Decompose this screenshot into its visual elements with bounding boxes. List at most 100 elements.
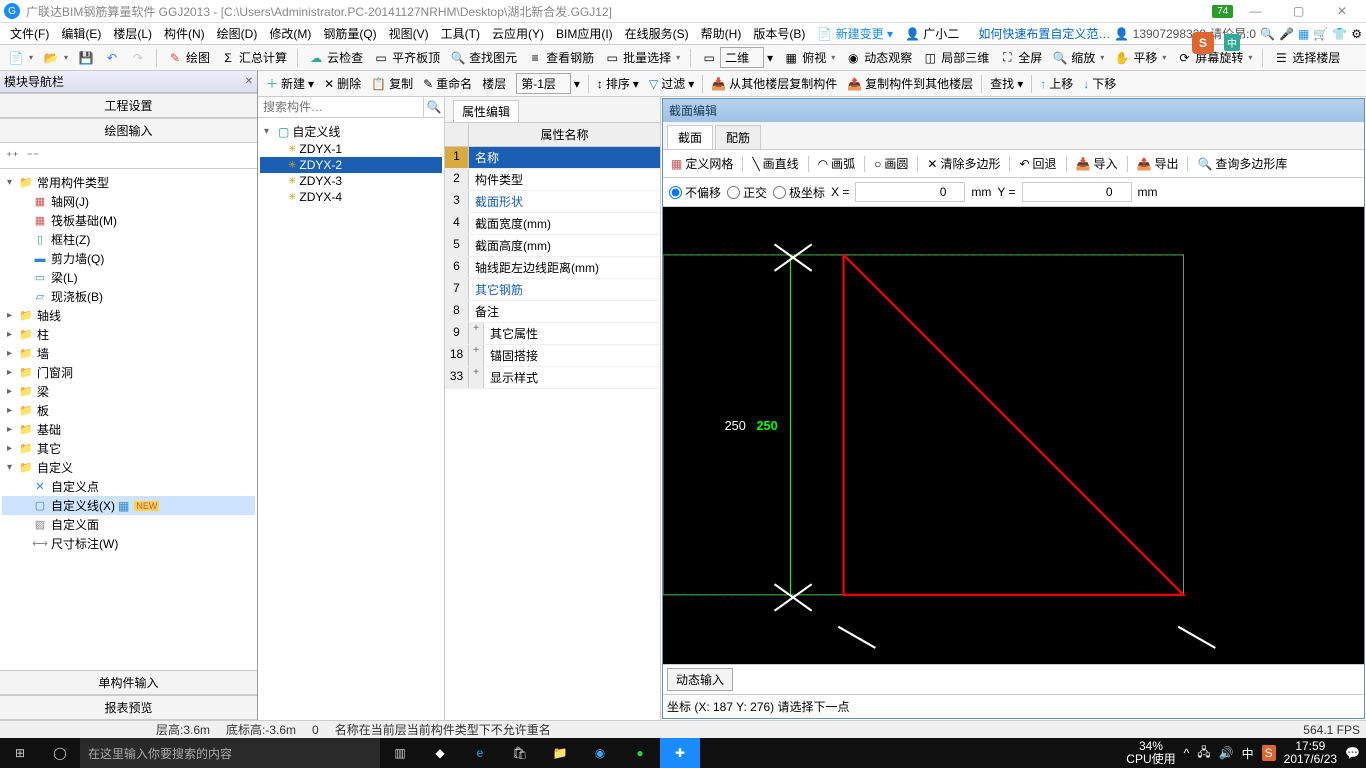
sort-button[interactable]: ↕排序▾ <box>593 73 643 94</box>
sidebar-close[interactable]: ✕ <box>245 76 253 87</box>
viewrebar-button[interactable]: ≡查看钢筋 <box>523 47 598 68</box>
radio-no-offset[interactable]: 不偏移 <box>669 184 721 201</box>
menu-help[interactable]: 帮助(H) <box>695 23 748 44</box>
tree-slab[interactable]: ▱现浇板(B) <box>2 287 255 306</box>
menu-view[interactable]: 视图(V) <box>383 23 435 44</box>
batchsel-button[interactable]: ▭批量选择 <box>600 47 684 68</box>
redo-button[interactable]: ↷ <box>126 48 150 68</box>
tree-wall[interactable]: ▸📁墙 <box>2 344 255 363</box>
tree-foundation[interactable]: ▸📁基础 <box>2 420 255 439</box>
tree-dimension[interactable]: ⟷尺寸标注(W) <box>2 534 255 553</box>
tree-raft[interactable]: ▦筏板基础(M) <box>2 211 255 230</box>
prop-row-axisdist[interactable]: 6轴线距左边线距离(mm) <box>445 257 660 279</box>
copy-from-floor-button[interactable]: 📥从其他楼层复制构件 <box>707 73 841 94</box>
menu-modify[interactable]: 修改(M) <box>263 23 317 44</box>
zoom-button[interactable]: 🔍缩放 <box>1048 47 1108 68</box>
rotate-button[interactable]: ⟳屏幕旋转 <box>1172 47 1256 68</box>
rename-button[interactable]: ✎重命名 <box>419 73 476 94</box>
tray-notifications-icon[interactable]: 💬 <box>1345 746 1360 760</box>
local3d-button[interactable]: ◫局部三维 <box>918 47 993 68</box>
ime-lang-label[interactable]: 中 <box>1224 34 1240 51</box>
tree-custom-point[interactable]: ✕自定义点 <box>2 477 255 496</box>
search-input[interactable] <box>258 97 423 117</box>
radio-polar[interactable]: 极坐标 <box>773 184 825 201</box>
search-button[interactable]: 🔍 <box>423 97 444 117</box>
taskbar-explorer[interactable]: 📁 <box>540 738 580 768</box>
tree-axis-grid[interactable]: ▦轴网(J) <box>2 192 255 211</box>
menu-bim[interactable]: BIM应用(I) <box>550 23 619 44</box>
draw-arc-button[interactable]: ◠画弧 <box>814 153 860 174</box>
list-item-2[interactable]: ✳ZDYX-2 <box>260 157 442 173</box>
flatboard-button[interactable]: ▭平齐板顶 <box>369 47 444 68</box>
cart-icon[interactable]: 🛒 <box>1313 27 1328 41</box>
maximize-button[interactable]: ▢ <box>1279 4 1319 18</box>
gear-icon[interactable]: ⚙ <box>1351 27 1362 41</box>
mic-icon[interactable]: 🎤 <box>1279 27 1294 41</box>
cortana-icon[interactable]: ◯ <box>40 738 80 768</box>
property-tab[interactable]: 属性编辑 <box>453 100 519 122</box>
define-grid-button[interactable]: ▦定义网格 <box>667 153 737 174</box>
tree-custom-face[interactable]: ▨自定义面 <box>2 515 255 534</box>
taskbar-app-1[interactable]: ◆ <box>420 738 460 768</box>
topview-button[interactable]: ▦俯视 <box>779 47 839 68</box>
tree-other[interactable]: ▸📁其它 <box>2 439 255 458</box>
prop-row-otherrebar[interactable]: 7其它钢筋 <box>445 279 660 301</box>
tree-col[interactable]: ▸📁柱 <box>2 325 255 344</box>
find-button[interactable]: 查找▾ <box>986 73 1027 94</box>
menu-cloud[interactable]: 云应用(Y) <box>486 23 550 44</box>
sidebar-bar-single[interactable]: 单构件输入 <box>0 670 257 695</box>
prop-row-name[interactable]: 1名称 <box>445 147 660 169</box>
fullscreen-button[interactable]: ⛶全屏 <box>995 47 1046 68</box>
list-item-4[interactable]: ✳ZDYX-4 <box>260 189 442 205</box>
prop-row-remark[interactable]: 8备注 <box>445 301 660 323</box>
import-button[interactable]: 📥导入 <box>1072 153 1122 174</box>
undo-polygon-button[interactable]: ↶回退 <box>1015 153 1060 174</box>
copy-button[interactable]: 📋复制 <box>367 73 417 94</box>
sidebar-bar-report[interactable]: 报表预览 <box>0 695 257 720</box>
tree-common[interactable]: ▾📁常用构件类型 <box>2 173 255 192</box>
dynview-button[interactable]: ◉动态观察 <box>841 47 916 68</box>
save-button[interactable]: 💾 <box>74 48 98 68</box>
expand-icon[interactable]: ⁺⁺ <box>6 149 19 163</box>
shirt-icon[interactable]: 👕 <box>1332 27 1347 41</box>
menu-file[interactable]: 文件(F) <box>4 23 55 44</box>
tab-rebar[interactable]: 配筋 <box>715 125 761 149</box>
list-item-1[interactable]: ✳ZDYX-1 <box>260 141 442 157</box>
menu-online[interactable]: 在线服务(S) <box>619 23 695 44</box>
user-label[interactable]: 👤 广小二 <box>899 23 965 44</box>
prop-row-width[interactable]: 4截面宽度(mm) <box>445 213 660 235</box>
tray-ime-label[interactable]: 中 <box>1242 745 1254 762</box>
sumcalc-button[interactable]: Σ汇总计算 <box>216 47 291 68</box>
tree-axis[interactable]: ▸📁轴线 <box>2 306 255 325</box>
menu-component[interactable]: 构件(N) <box>158 23 211 44</box>
prop-row-otherprop[interactable]: 9+其它属性 <box>445 323 660 345</box>
copy-to-floor-button[interactable]: 📤复制构件到其他楼层 <box>843 73 977 94</box>
tree-opening[interactable]: ▸📁门窗洞 <box>2 363 255 382</box>
x-input[interactable]: 0 <box>855 182 965 202</box>
tree-custom[interactable]: ▾📁自定义 <box>2 458 255 477</box>
draw-line-button[interactable]: ╲画直线 <box>748 153 802 174</box>
tree-beam[interactable]: ▭梁(L) <box>2 268 255 287</box>
new-file-button[interactable]: 📄 <box>4 48 37 68</box>
taskbar-edge[interactable]: e <box>460 738 500 768</box>
collapse-icon[interactable]: ⁻⁻ <box>27 149 40 163</box>
list-root[interactable]: ▾▢自定义线 <box>260 122 442 141</box>
taskbar-app-3[interactable]: ● <box>620 738 660 768</box>
radio-ortho[interactable]: 正交 <box>727 184 767 201</box>
tray-ime-icon[interactable]: S <box>1262 745 1276 761</box>
section-canvas[interactable]: 250 250 <box>663 207 1364 664</box>
move-down-button[interactable]: ↓下移 <box>1079 73 1120 94</box>
cloudcheck-button[interactable]: ☁云检查 <box>304 47 367 68</box>
menu-floor[interactable]: 楼层(L) <box>107 23 158 44</box>
selectfloor-button[interactable]: ☰选择楼层 <box>1269 47 1344 68</box>
tree-custom-line[interactable]: ▢自定义线(X)▦NEW <box>2 496 255 515</box>
delete-button[interactable]: ✕删除 <box>320 73 365 94</box>
prop-row-shape[interactable]: 3截面形状 <box>445 191 660 213</box>
start-button[interactable]: ⊞ <box>0 738 40 768</box>
grid-icon[interactable]: ▦ <box>1298 27 1309 41</box>
taskbar-store[interactable]: 🛍 <box>500 738 540 768</box>
prop-row-height[interactable]: 5截面高度(mm) <box>445 235 660 257</box>
cpu-meter[interactable]: 34%CPU使用 <box>1126 740 1175 766</box>
sidebar-bar-drawing[interactable]: 绘图输入 <box>0 118 257 143</box>
view2d-dropdown[interactable]: ▭二维▾ <box>697 45 777 70</box>
